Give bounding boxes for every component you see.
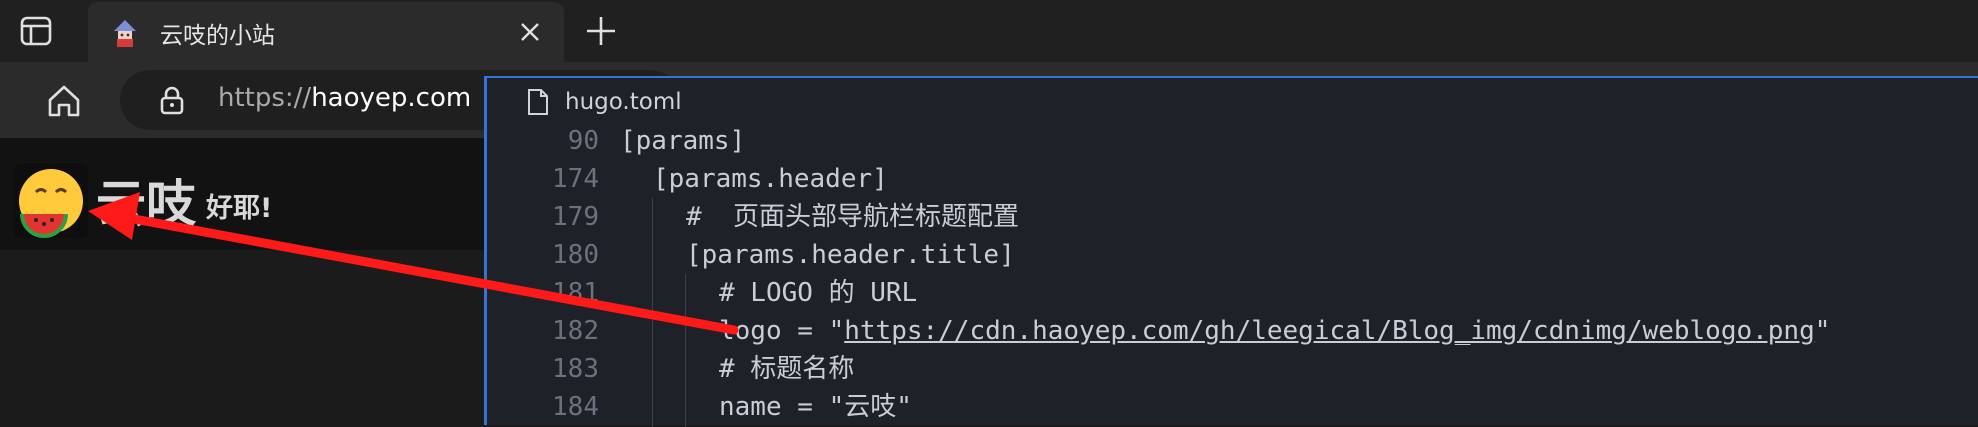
code-line: 184 name = "云吱" <box>487 388 1978 426</box>
lock-icon[interactable] <box>158 85 186 115</box>
code-text: name = "云吱" <box>719 392 912 422</box>
code-line: 174 [params.header] <box>487 160 1978 198</box>
site-subtitle: 好耶! <box>206 193 273 224</box>
code-text: # 页面头部导航栏标题配置 <box>686 202 1019 232</box>
file-icon <box>528 89 548 115</box>
new-tab-icon[interactable] <box>584 14 618 48</box>
logo[interactable] <box>14 164 88 238</box>
line-number: 182 <box>552 316 599 346</box>
logo-url-link[interactable]: https://cdn.haoyep.com/gh/leegical/Blog_… <box>844 316 1815 346</box>
code-editor: hugo.toml 90 [params] 174 [params.header… <box>484 76 1978 427</box>
code-text: # LOGO 的 URL <box>719 278 918 308</box>
code-line: 179 # 页面头部导航栏标题配置 <box>487 198 1978 236</box>
emoji-logo-icon <box>19 169 83 238</box>
code-text: [params] <box>620 126 746 156</box>
url-host: haoyep.com <box>311 83 472 113</box>
line-number: 174 <box>552 164 599 194</box>
web-page: 云吱 好耶! <box>0 138 484 425</box>
browser-tab[interactable]: 云吱的小站 <box>88 2 564 62</box>
url-text[interactable]: https://haoyep.com <box>218 83 471 113</box>
code-line: 90 [params] <box>487 122 1978 160</box>
code-quote: " <box>1814 316 1831 346</box>
tab-strip: 云吱的小站 <box>0 0 1978 62</box>
code-text: logo = "https://cdn.haoyep.com/gh/leegic… <box>719 312 1830 350</box>
code-line: 180 [params.header.title] <box>487 236 1978 274</box>
code-text: # 标题名称 <box>719 354 855 384</box>
home-icon[interactable] <box>44 82 84 120</box>
code-line: 183 # 标题名称 <box>487 350 1978 388</box>
code-line: 181 # LOGO 的 URL <box>487 274 1978 312</box>
line-number: 181 <box>552 278 599 308</box>
code-text: [params.header] <box>653 164 888 194</box>
code-key: logo = " <box>719 316 845 346</box>
line-number: 180 <box>552 240 599 270</box>
file-tab[interactable]: hugo.toml <box>527 84 682 120</box>
site-title[interactable]: 云吱 <box>96 164 196 236</box>
line-number: 184 <box>552 392 599 422</box>
url-scheme: https:// <box>218 83 312 113</box>
close-icon[interactable] <box>518 20 542 44</box>
site-header: 云吱 好耶! <box>0 138 484 250</box>
line-number: 179 <box>552 202 599 232</box>
tab-actions-icon[interactable] <box>18 14 56 48</box>
favicon-icon <box>112 19 138 49</box>
line-number: 183 <box>552 354 599 384</box>
file-name: hugo.toml <box>565 89 682 115</box>
code-line: 182 logo = "https://cdn.haoyep.com/gh/le… <box>487 312 1978 350</box>
line-number: 90 <box>567 126 599 156</box>
tab-title: 云吱的小站 <box>160 23 275 49</box>
code-text: [params.header.title] <box>686 240 1015 270</box>
